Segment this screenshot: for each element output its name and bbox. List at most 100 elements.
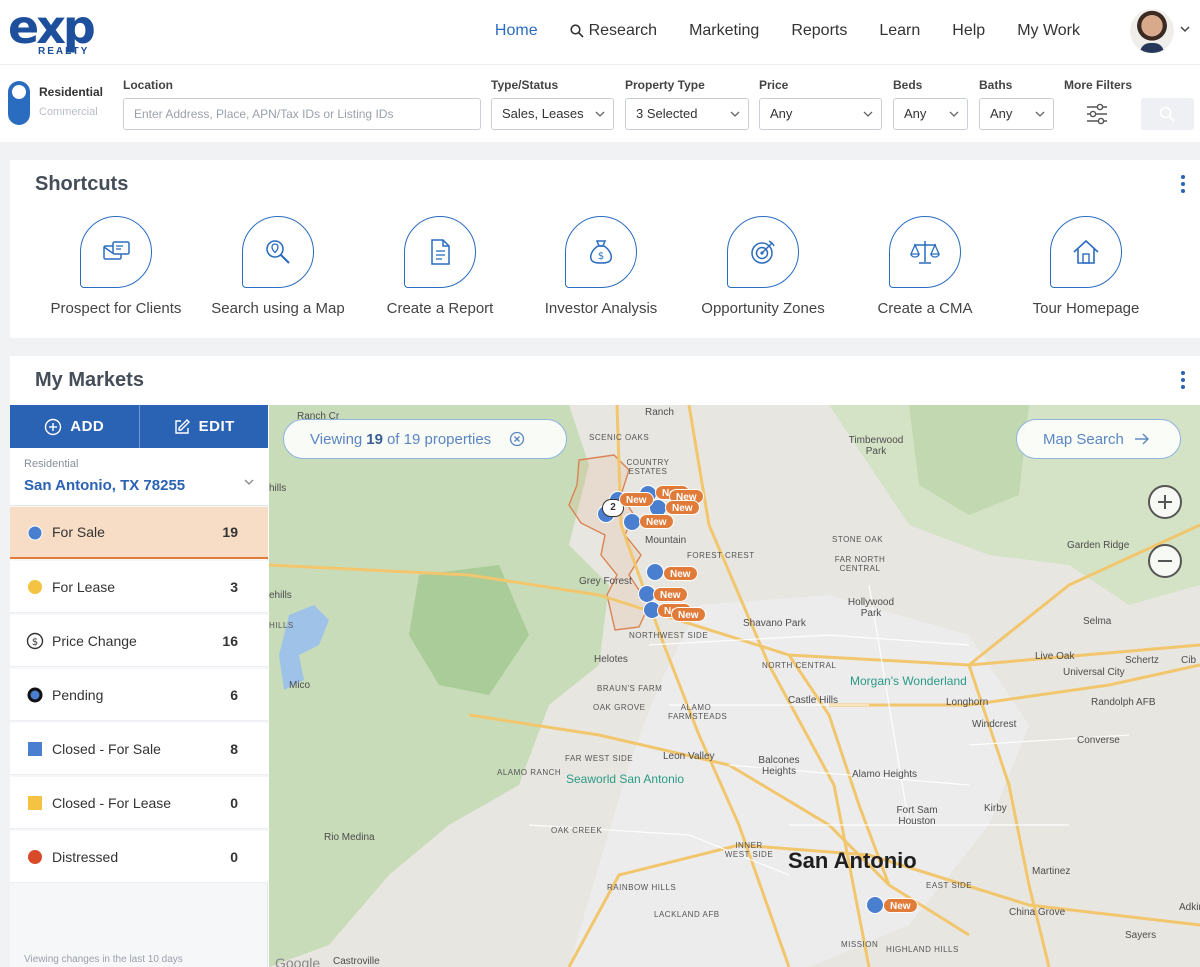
property-type-select[interactable]: 3 Selected bbox=[625, 98, 749, 130]
status-row-for-sale[interactable]: For Sale 19 bbox=[10, 507, 268, 559]
new-listing-tag[interactable]: New bbox=[671, 607, 706, 622]
new-listing-tag[interactable]: New bbox=[883, 898, 918, 913]
zoom-out-button[interactable] bbox=[1148, 544, 1182, 578]
yellow-square-icon bbox=[26, 794, 44, 812]
shortcut-icon-frame bbox=[1050, 216, 1122, 288]
shortcut-investor-analysis[interactable]: $ Investor Analysis bbox=[521, 216, 681, 317]
beds-label: Beds bbox=[893, 78, 923, 92]
edit-label: EDIT bbox=[198, 418, 235, 435]
map-label: Morgan's Wonderland bbox=[850, 674, 967, 688]
baths-select[interactable]: Any bbox=[979, 98, 1054, 130]
nav-learn[interactable]: Learn bbox=[863, 20, 936, 42]
map-label: Mountain bbox=[645, 535, 687, 546]
yellow-dot-icon bbox=[26, 578, 44, 596]
type-status-value: Sales, Leases bbox=[502, 106, 584, 121]
new-listing-tag[interactable]: New bbox=[619, 492, 654, 507]
nav-research-label: Research bbox=[588, 22, 658, 39]
map-label: Seaworld San Antonio bbox=[566, 772, 685, 786]
svg-text:$: $ bbox=[32, 637, 38, 648]
exp-realty-logo[interactable]: exp REALTY bbox=[8, 4, 108, 58]
market-select[interactable]: Residential San Antonio, TX 78255 bbox=[10, 448, 268, 506]
map-label: Universal City bbox=[1063, 667, 1125, 678]
nav-my-work[interactable]: My Work bbox=[1001, 20, 1096, 42]
market-select-label: Residential bbox=[24, 458, 79, 470]
red-dot-icon bbox=[26, 848, 44, 866]
shortcut-prospect-for-clients[interactable]: Prospect for Clients bbox=[36, 216, 196, 317]
shortcut-label: Tour Homepage bbox=[1032, 300, 1140, 317]
my-markets-title: My Markets bbox=[35, 369, 144, 391]
price-select[interactable]: Any bbox=[759, 98, 882, 130]
map-search-button[interactable]: Map Search bbox=[1016, 419, 1181, 459]
beds-select[interactable]: Any bbox=[893, 98, 968, 130]
price-value: Any bbox=[770, 106, 793, 121]
map-label: HIGHLAND HILLS bbox=[886, 945, 959, 954]
new-listing-tag[interactable]: New bbox=[663, 566, 698, 581]
viewing-prefix: Viewing bbox=[310, 430, 363, 448]
nav-research[interactable]: Research bbox=[554, 20, 673, 42]
status-row-closed-for-lease[interactable]: Closed - For Lease 0 bbox=[10, 777, 268, 829]
map-label: Fort Sam Houston bbox=[896, 805, 938, 827]
map-label: Ranch bbox=[645, 407, 674, 418]
add-market-button[interactable]: ADD bbox=[10, 405, 139, 448]
add-label: ADD bbox=[70, 418, 105, 435]
search-button[interactable] bbox=[1141, 98, 1194, 130]
chevron-down-icon[interactable] bbox=[1180, 24, 1190, 34]
chevron-down-icon bbox=[863, 111, 873, 117]
status-count: 16 bbox=[222, 632, 238, 649]
status-label: For Lease bbox=[52, 578, 116, 595]
shortcut-create-a-cma[interactable]: Create a CMA bbox=[845, 216, 1005, 317]
more-options-icon[interactable] bbox=[1180, 370, 1186, 390]
status-row-pending[interactable]: Pending 6 bbox=[10, 669, 268, 721]
map-label: Converse bbox=[1077, 735, 1120, 746]
status-row-price-change[interactable]: $ Price Change 16 bbox=[10, 615, 268, 667]
location-input[interactable]: Enter Address, Place, APN/Tax IDs or Lis… bbox=[123, 98, 481, 130]
more-options-icon[interactable] bbox=[1180, 174, 1186, 194]
logo-subtext: REALTY bbox=[38, 46, 90, 57]
shortcut-create-a-report[interactable]: Create a Report bbox=[360, 216, 520, 317]
segment-residential[interactable]: Residential bbox=[39, 85, 103, 99]
shortcut-tour-homepage[interactable]: Tour Homepage bbox=[1006, 216, 1166, 317]
map-label: RAINBOW HILLS bbox=[607, 883, 677, 892]
map-label: ehills bbox=[269, 590, 292, 601]
map-label: NORTH CENTRAL bbox=[762, 661, 837, 670]
shortcut-label: Create a Report bbox=[386, 300, 494, 317]
zoom-in-button[interactable] bbox=[1148, 485, 1182, 519]
residential-commercial-toggle[interactable] bbox=[8, 81, 30, 125]
nav-reports[interactable]: Reports bbox=[775, 20, 863, 42]
user-avatar[interactable] bbox=[1130, 9, 1174, 53]
search-bar: Residential Commercial Location Enter Ad… bbox=[0, 64, 1200, 142]
status-row-distressed[interactable]: Distressed 0 bbox=[10, 831, 268, 883]
shortcut-search-using-a-map[interactable]: Search using a Map bbox=[198, 216, 358, 317]
shortcut-label: Create a CMA bbox=[877, 300, 973, 317]
map-label: hills bbox=[269, 483, 287, 494]
market-map[interactable]: Ranch Cr Ranch SCENIC OAKS COUNTRY ESTAT… bbox=[269, 405, 1200, 967]
type-status-select[interactable]: Sales, Leases bbox=[491, 98, 614, 130]
plus-circle-icon bbox=[45, 418, 62, 435]
new-listing-tag[interactable]: New bbox=[639, 514, 674, 529]
beds-value: Any bbox=[904, 106, 927, 121]
edit-market-button[interactable]: EDIT bbox=[138, 405, 269, 448]
shortcuts-title: Shortcuts bbox=[35, 173, 129, 195]
property-pin[interactable] bbox=[646, 563, 664, 581]
chevron-down-icon bbox=[730, 111, 740, 117]
status-row-for-lease[interactable]: For Lease 3 bbox=[10, 561, 268, 613]
chevron-down-icon bbox=[1035, 111, 1045, 117]
markets-footer-note: Viewing changes in the last 10 days bbox=[24, 954, 183, 965]
close-circle-icon[interactable] bbox=[509, 431, 525, 447]
new-listing-tag[interactable]: New bbox=[665, 500, 700, 515]
status-row-closed-for-sale[interactable]: Closed - For Sale 8 bbox=[10, 723, 268, 775]
sliders-icon[interactable] bbox=[1086, 102, 1108, 126]
market-select-value: San Antonio, TX 78255 bbox=[24, 477, 186, 494]
map-search-label: Map Search bbox=[1043, 430, 1124, 448]
price-label: Price bbox=[759, 78, 789, 92]
property-pin[interactable] bbox=[866, 896, 884, 914]
nav-home[interactable]: Home bbox=[479, 20, 554, 42]
baths-label: Baths bbox=[979, 78, 1013, 92]
search-icon bbox=[569, 24, 584, 38]
nav-help[interactable]: Help bbox=[936, 20, 1001, 42]
shortcut-opportunity-zones[interactable]: Opportunity Zones bbox=[683, 216, 843, 317]
new-listing-tag[interactable]: New bbox=[653, 587, 688, 602]
nav-marketing[interactable]: Marketing bbox=[673, 20, 775, 42]
segment-commercial[interactable]: Commercial bbox=[39, 106, 98, 118]
status-label: Closed - For Sale bbox=[52, 740, 161, 757]
